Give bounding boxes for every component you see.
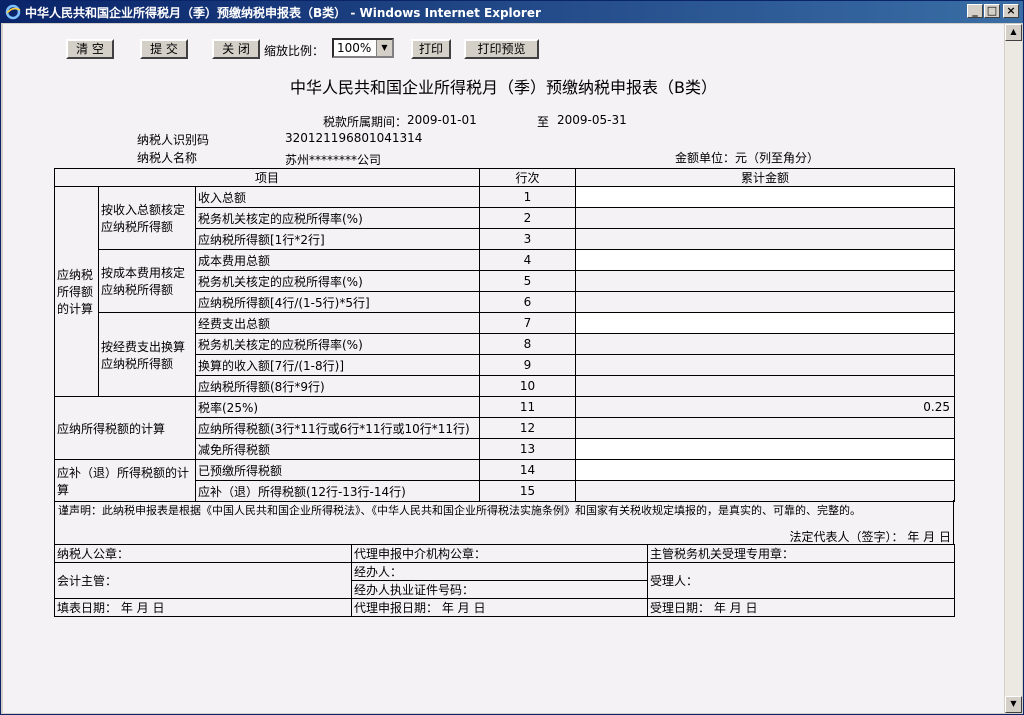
taxpayer-name-label: 纳税人名称 (137, 151, 198, 165)
row-line: 6 (479, 291, 576, 313)
row-line: 4 (479, 249, 576, 271)
row-line: 8 (479, 333, 576, 355)
row-value: 0.25 (575, 396, 955, 418)
taxpayer-id: 320121196801041314 (285, 131, 423, 145)
row-line: 12 (479, 417, 576, 439)
period-to: 至 (537, 115, 550, 129)
scroll-down-icon[interactable]: ▼ (1005, 696, 1022, 713)
period-label: 税款所属期间： (323, 115, 408, 129)
close-button[interactable]: 关 闭 (212, 39, 260, 59)
row-line: 13 (479, 438, 576, 460)
row-label: 税务机关核定的应税所得率(%) (195, 207, 480, 229)
row-label: 税率(25%) (195, 396, 480, 418)
taxpayer-name: 苏州********公司 (285, 153, 382, 167)
header-amount: 累计金额 (575, 168, 955, 187)
period-start: 2009-01-01 (407, 113, 477, 127)
legal-rep-signature: 法定代表人（签字）： 年 月 日 (789, 530, 951, 544)
row-line: 5 (479, 270, 576, 292)
group-by-expense: 按经费支出换算应纳税所得额 (98, 312, 196, 397)
row-value (575, 228, 955, 250)
row-value-input[interactable] (575, 438, 955, 460)
header-item: 项目 (54, 168, 480, 187)
row-line: 2 (479, 207, 576, 229)
row-label: 应纳所得税额(3行*11行或6行*11行或10行*11行) (195, 417, 480, 439)
footer-table: 纳税人公章： 代理申报中介机构公章： 主管税务机关受理专用章： 会计主管： 经办… (54, 544, 955, 617)
row-line: 11 (479, 396, 576, 418)
ie-logo-icon (5, 4, 21, 20)
tax-table: 项目 行次 累计金额 应纳税所得额的计算 按收入总额核定应纳税所得额 收入总额 … (54, 168, 955, 502)
row-line: 1 (479, 186, 576, 208)
row-label: 收入总额 (195, 186, 480, 208)
row-value-input[interactable] (575, 186, 955, 208)
row-label: 已预缴所得税额 (195, 459, 480, 481)
row-value (575, 270, 955, 292)
row-value-input[interactable] (575, 249, 955, 271)
print-button[interactable]: 打印 (411, 39, 451, 59)
section-refund: 应补（退）所得税额的计算 (54, 459, 196, 502)
browser-window: 中华人民共和国企业所得税月（季）预缴纳税申报表（B类） - Windows In… (0, 0, 1024, 715)
form-title: 中华人民共和国企业所得税月（季）预缴纳税申报表（B类） (290, 78, 717, 97)
window-title: 中华人民共和国企业所得税月（季）预缴纳税申报表（B类） - Windows In… (25, 6, 541, 20)
accountant: 会计主管： (54, 562, 352, 599)
row-label: 税务机关核定的应税所得率(%) (195, 333, 480, 355)
row-value (575, 417, 955, 439)
scroll-up-icon[interactable]: ▲ (1005, 24, 1022, 41)
accept-date: 受理日期： 年 月 日 (647, 598, 955, 617)
row-label: 经费支出总额 (195, 312, 480, 334)
submit-button[interactable]: 提 交 (140, 39, 188, 59)
handler: 经办人： (351, 562, 648, 581)
taxpayer-seal: 纳税人公章： (54, 544, 352, 563)
taxpayer-id-label: 纳税人识别码 (137, 133, 210, 147)
period-end: 2009-05-31 (557, 113, 627, 127)
section-tax-payable: 应纳所得税额的计算 (54, 396, 196, 460)
fill-date: 填表日期： 年 月 日 (54, 598, 352, 617)
row-label: 税务机关核定的应税所得率(%) (195, 270, 480, 292)
row-label: 应纳税所得额[4行/(1-5行)*5行] (195, 291, 480, 313)
row-value (575, 480, 955, 502)
zoom-value: 100% (337, 41, 372, 55)
tax-office-seal: 主管税务机关受理专用章： (647, 544, 955, 563)
page-content: 清 空 提 交 关 闭 缩放比例： 100% ▼ 打印 打印预览 中华人民共和国… (3, 24, 1004, 713)
declaration: 谨声明：此纳税申报表是根据《中国人民共和国企业所得税法》、《中华人民共和国企业所… (54, 500, 954, 544)
agency-seal: 代理申报中介机构公章： (351, 544, 648, 563)
row-value (575, 291, 955, 313)
row-line: 9 (479, 354, 576, 376)
row-line: 7 (479, 312, 576, 334)
row-label: 成本费用总额 (195, 249, 480, 271)
row-value-input[interactable] (575, 312, 955, 334)
handler-cert: 经办人执业证件号码： (351, 580, 648, 599)
header-line: 行次 (479, 168, 576, 187)
row-value (575, 375, 955, 397)
section-taxable-income: 应纳税所得额的计算 (54, 186, 99, 397)
zoom-select[interactable]: 100% ▼ (332, 38, 394, 58)
row-label: 应纳税所得额(8行*9行) (195, 375, 480, 397)
agency-date: 代理申报日期： 年 月 日 (351, 598, 648, 617)
clear-button[interactable]: 清 空 (66, 39, 114, 59)
chevron-down-icon[interactable]: ▼ (376, 40, 392, 56)
title-bar: 中华人民共和国企业所得税月（季）预缴纳税申报表（B类） - Windows In… (1, 1, 1023, 23)
row-line: 14 (479, 459, 576, 481)
row-label: 应补（退）所得税额(12行-13行-14行) (195, 480, 480, 502)
row-line: 3 (479, 228, 576, 250)
amount-unit: 金额单位：元（列至角分） (675, 151, 820, 165)
receiver: 受理人： (647, 562, 955, 599)
row-line: 15 (479, 480, 576, 502)
row-value (575, 333, 955, 355)
row-label: 应纳税所得额[1行*2行] (195, 228, 480, 250)
row-value (575, 207, 955, 229)
row-value-input[interactable] (575, 459, 955, 481)
group-by-revenue: 按收入总额核定应纳税所得额 (98, 186, 196, 250)
close-window-button[interactable]: × (1003, 4, 1019, 18)
group-by-cost: 按成本费用核定应纳税所得额 (98, 249, 196, 313)
print-preview-button[interactable]: 打印预览 (464, 39, 539, 59)
minimize-button[interactable]: _ (967, 4, 983, 18)
row-value (575, 354, 955, 376)
zoom-label: 缩放比例： (264, 44, 325, 58)
row-label: 减免所得税额 (195, 438, 480, 460)
declaration-text: 谨声明：此纳税申报表是根据《中国人民共和国企业所得税法》、《中华人民共和国企业所… (58, 504, 861, 517)
vertical-scrollbar[interactable]: ▲ ▼ (1005, 24, 1022, 713)
row-line: 10 (479, 375, 576, 397)
maximize-button[interactable]: □ (984, 4, 1000, 18)
row-label: 换算的收入额[7行/(1-8行)] (195, 354, 480, 376)
